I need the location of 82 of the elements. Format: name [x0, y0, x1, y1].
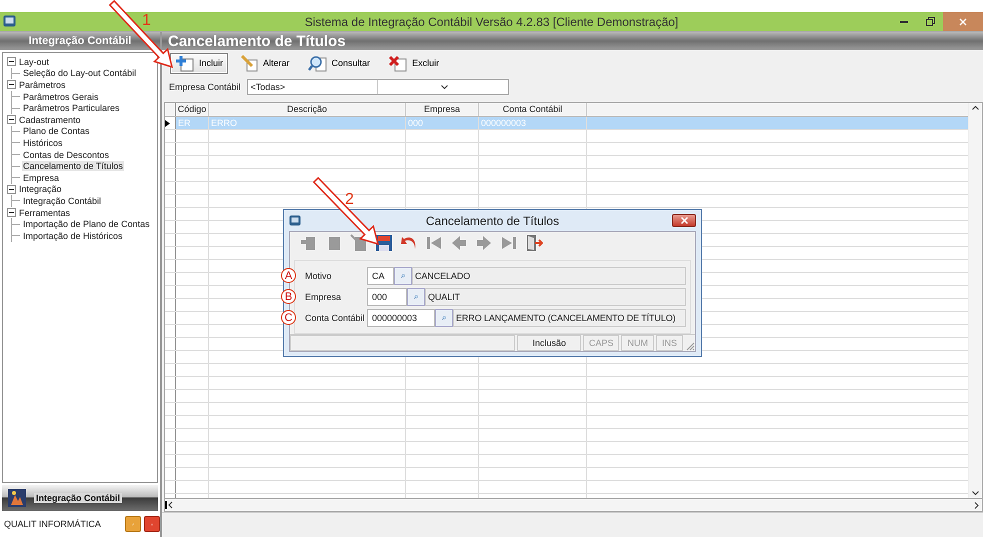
power-button[interactable] [144, 516, 160, 532]
tree-item[interactable]: Históricos [22, 138, 64, 148]
annotation-marker: A [281, 268, 296, 283]
field-label: Empresa Contábil [169, 82, 241, 92]
tree-item[interactable]: Integração Contábil [22, 196, 102, 206]
status-indicator: NUM [621, 335, 654, 351]
collapse-icon[interactable] [7, 115, 16, 124]
tree-item[interactable]: Lay-out [18, 56, 50, 67]
panel-header: Integração Contábil [0, 32, 160, 50]
code-field[interactable]: 000000003 [367, 309, 435, 327]
collapse-icon[interactable] [7, 208, 16, 218]
field-label: Conta Contábil [305, 313, 366, 323]
annotation-number: 1 [142, 13, 151, 29]
exit-door-icon[interactable] [525, 234, 543, 252]
tree-item[interactable]: Importação de Plano de Contas [22, 219, 151, 230]
tree-item[interactable]: Contas de Descontos [22, 150, 110, 160]
description-field: QUALIT [425, 288, 686, 306]
company-dropdown[interactable]: <Todas> [246, 79, 509, 95]
description-field: ERRO LANÇAMENTO (CANCELAMENTO DE TÍTULO) [453, 309, 686, 327]
collapse-icon[interactable] [7, 57, 16, 66]
dropdown-icon [440, 84, 448, 90]
table-cell: ERRO [211, 118, 238, 128]
scroll-right-icon[interactable] [974, 502, 979, 508]
tree-item[interactable]: Parâmetros Gerais [22, 92, 100, 102]
tree-item[interactable]: Seleção do Lay-out Contábil [22, 68, 138, 78]
dialog-title: Cancelamento de Títulos [426, 214, 560, 228]
tree-item[interactable]: Plano de Contas [22, 126, 91, 136]
close-icon [959, 18, 967, 26]
app-icon [3, 15, 16, 28]
code-field[interactable]: 000 [367, 288, 407, 306]
column-header[interactable]: Conta Contábil [479, 103, 587, 116]
close-button[interactable] [672, 214, 696, 227]
table-cell: ER [178, 118, 191, 128]
table-cell: 000 [408, 118, 424, 128]
tree-item[interactable]: Cadastramento [18, 114, 82, 125]
module-button[interactable]: Integração Contábil [2, 485, 158, 511]
page-header: Cancelamento de Títulos [162, 32, 983, 50]
code-field[interactable]: CA [367, 267, 394, 285]
annotation-arrow [312, 176, 380, 246]
search-icon [308, 54, 328, 72]
column-header[interactable]: Descrição [209, 103, 406, 116]
field-label: Empresa [305, 292, 342, 302]
toolbar-button[interactable]: Excluir [383, 52, 444, 74]
annotation-marker: C [281, 310, 296, 325]
annotation-marker: B [281, 289, 296, 304]
scroll-left-icon[interactable] [165, 501, 173, 509]
row-pointer-icon [165, 120, 170, 126]
column-header[interactable]: Código [176, 103, 209, 116]
tree-item[interactable]: Parâmetros Particulares [22, 103, 121, 114]
status-indicator: CAPS [582, 335, 620, 351]
add-document-icon [175, 54, 195, 72]
company-name: QUALIT INFORMÁTICA [4, 519, 102, 529]
tree-item[interactable]: Ferramentas [18, 208, 72, 218]
status-indicator: INS [656, 335, 683, 351]
toolbar-button[interactable]: Incluir [170, 52, 228, 74]
annotation-number: 2 [345, 192, 354, 208]
tree-item[interactable]: Integração [18, 184, 63, 194]
toolbar-button[interactable]: Consultar [302, 52, 376, 74]
module-icon [8, 489, 26, 507]
resize-grip-icon[interactable] [685, 341, 695, 351]
status-indicator: Inclusão [517, 335, 581, 351]
collapse-icon[interactable] [7, 184, 16, 194]
toolbar-button[interactable]: Alterar [236, 52, 295, 74]
restore-icon [926, 17, 934, 26]
close-icon [680, 217, 688, 224]
column-header[interactable]: Empresa [406, 103, 479, 116]
tree-item[interactable]: Parâmetros [18, 80, 67, 90]
scroll-down-icon[interactable] [972, 491, 979, 496]
delete-document-icon [388, 54, 408, 72]
description-field: CANCELADO [412, 267, 686, 285]
save-icon[interactable] [375, 234, 393, 252]
window-title: Sistema de Integração Contábil Versão 4.2.83 [Cliente Demonstração] [304, 14, 678, 28]
app-icon [289, 214, 301, 226]
minimize-icon [900, 20, 908, 22]
collapse-icon[interactable] [7, 80, 16, 90]
table-cell: 000000003 [481, 118, 526, 128]
scroll-up-icon[interactable] [972, 105, 979, 110]
tree-item[interactable]: Empresa [22, 172, 60, 183]
tree-item[interactable]: Cancelamento de Títulos [22, 161, 124, 172]
tree-item[interactable]: Importação de Históricos [22, 230, 124, 241]
pencil-icon [241, 54, 260, 72]
field-label: Motivo [305, 271, 333, 281]
